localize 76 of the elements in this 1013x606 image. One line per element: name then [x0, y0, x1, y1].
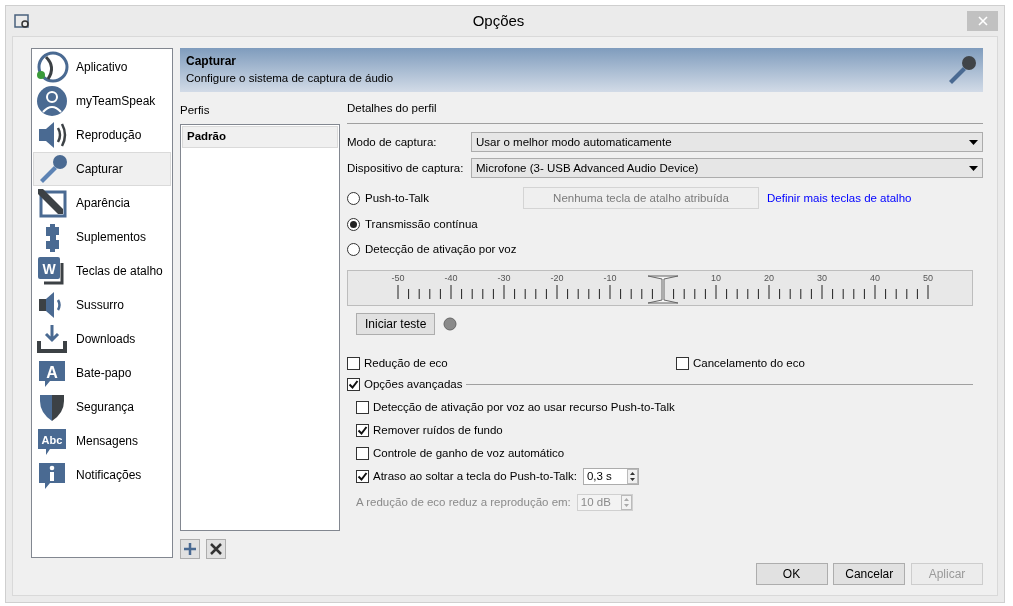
checkbox[interactable]: [356, 470, 369, 484]
radio-button[interactable]: [347, 243, 360, 257]
category-item[interactable]: Downloads: [33, 322, 171, 356]
category-item[interactable]: Sussurro: [33, 288, 171, 322]
scale-label: 50: [923, 272, 933, 286]
checkbox-label: Atraso ao soltar a tecla do Push-to-Talk:: [373, 469, 577, 485]
scale-label: 30: [817, 272, 827, 286]
scale-label: -50: [391, 272, 405, 286]
radio-label: Push-to-Talk: [365, 190, 430, 206]
dialog-button[interactable]: Cancelar: [833, 563, 906, 585]
checkbox-label: Redução de eco: [364, 355, 448, 371]
profile-item[interactable]: Padrão: [182, 126, 338, 148]
category-item[interactable]: Notificações: [33, 458, 171, 492]
scale-label: -40: [444, 272, 458, 286]
category-item[interactable]: Reprodução: [33, 118, 171, 152]
dropdown-arrow-icon: [969, 139, 978, 145]
scale-label: -20: [550, 272, 564, 286]
download-icon: [36, 323, 70, 355]
scale-label: -30: [497, 272, 511, 286]
delay-spinbox[interactable]: 0,3 s: [582, 468, 639, 486]
capture-device-label: Dispositivo de captura:: [347, 160, 465, 176]
pencil-icon: [36, 187, 70, 219]
radio-label: Transmissão contínua: [365, 217, 478, 233]
category-item[interactable]: Suplementos: [33, 220, 171, 254]
checkbox[interactable]: [347, 356, 360, 370]
add-profile-button[interactable]: [180, 539, 200, 560]
capture-mode-label: Modo de captura:: [347, 134, 438, 150]
checkbox[interactable]: [676, 356, 689, 370]
radio-button[interactable]: [347, 218, 360, 232]
threshold-slider[interactable]: -50 -40 -30 -20 -10 10 20 30 40 50: [347, 270, 973, 307]
page-subtitle: Configure o sistema de captura de áudio: [186, 71, 395, 87]
spinner-arrows-icon: [620, 494, 632, 510]
checkbox-label: Detecção de ativação por voz ao usar recurso Push-to-Talk: [373, 400, 675, 416]
profiles-label: Perfis: [180, 103, 211, 118]
close-icon: [977, 16, 988, 26]
close-icon: [209, 543, 222, 556]
start-test-button[interactable]: Iniciar teste: [356, 313, 436, 336]
field-label: A redução de eco reduz a reprodução em:: [356, 494, 571, 510]
remove-profile-button[interactable]: [205, 539, 226, 560]
section-title: Detalhes do perfil: [347, 101, 437, 116]
category-item[interactable]: Segurança: [33, 390, 171, 424]
category-item[interactable]: A Bate-papo: [33, 356, 171, 390]
checkbox-label: Remover ruídos de fundo: [373, 423, 503, 439]
window-title: Opções: [471, 10, 526, 31]
slider-thumb[interactable]: [647, 274, 679, 305]
radio-label: Detecção de ativação por voz: [365, 242, 517, 258]
page-title: Capturar: [186, 53, 237, 71]
checkbox-label: Cancelamento do eco: [693, 355, 805, 371]
group-title: Opções avançadas: [364, 377, 463, 393]
shortcut-link[interactable]: Definir mais teclas de atalho: [767, 189, 912, 207]
checkbox[interactable]: [347, 378, 360, 392]
status-light-icon: [443, 317, 458, 332]
settings-window-icon: [14, 13, 30, 29]
category-item[interactable]: Abc Mensagens: [33, 424, 171, 458]
checkbox[interactable]: [356, 424, 369, 438]
category-item[interactable]: Aparência: [33, 186, 171, 220]
checkbox-label: Controle de ganho de voz automático: [373, 446, 565, 462]
radio-button[interactable]: [347, 191, 360, 205]
capture-mode-dropdown[interactable]: Usar o melhor modo automaticamente: [471, 132, 983, 153]
category-item[interactable]: Aplicativo: [33, 50, 171, 84]
scale-label: -10: [603, 272, 617, 286]
capture-device-dropdown[interactable]: Microfone (3- USB Advanced Audio Device): [471, 158, 983, 179]
category-item[interactable]: W Teclas de atalho: [33, 254, 171, 288]
spinner-arrows-icon: [626, 469, 638, 485]
category-item[interactable]: myTeamSpeak: [33, 84, 171, 118]
dialog-button[interactable]: OK: [755, 563, 828, 585]
checkbox[interactable]: [356, 447, 369, 461]
dropdown-arrow-icon: [969, 165, 978, 171]
scale-label: 20: [764, 272, 774, 286]
checkbox[interactable]: [356, 401, 369, 415]
app-logo-icon: [36, 51, 70, 83]
plus-icon: [183, 542, 197, 557]
scale-label: 40: [870, 272, 880, 286]
user-icon: [36, 85, 70, 117]
scale-label: 10: [711, 272, 721, 286]
category-item[interactable]: Capturar: [33, 152, 171, 186]
